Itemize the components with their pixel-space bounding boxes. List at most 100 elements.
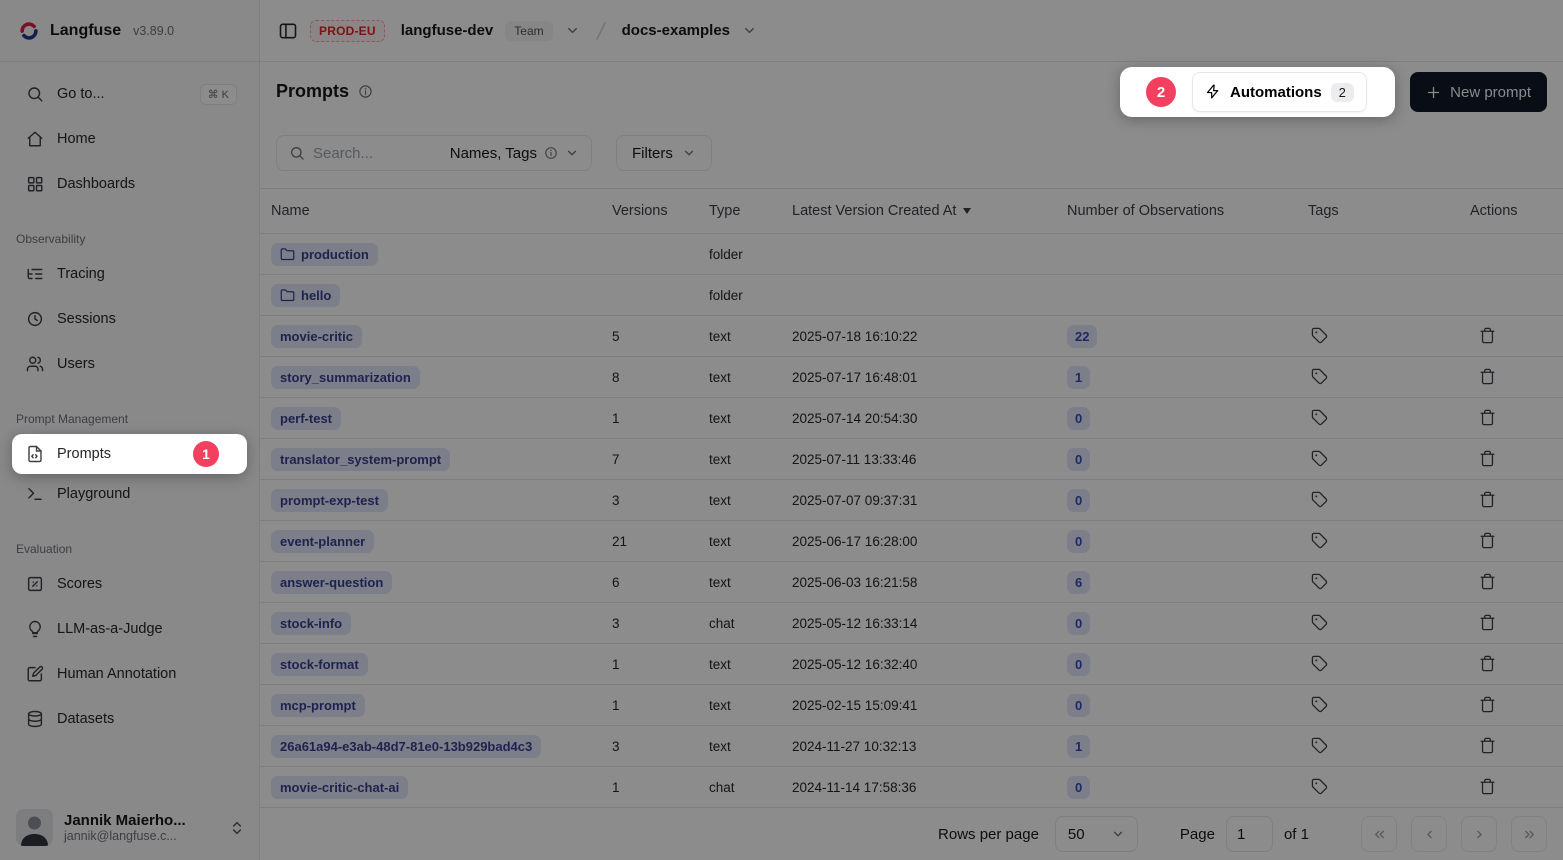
breadcrumb-project[interactable]: docs-examples — [622, 22, 730, 39]
user-menu[interactable]: Jannik Maierho... jannik@langfuse.c... — [16, 809, 245, 846]
table-row[interactable]: translator_system-prompt 7 text 2025-07-… — [260, 439, 1563, 480]
observations-count-pill[interactable]: 0 — [1067, 448, 1090, 471]
prompt-name-pill[interactable]: translator_system-prompt — [271, 448, 450, 471]
versions-cell: 21 — [612, 534, 709, 549]
filters-button[interactable]: Filters — [616, 135, 712, 171]
delete-icon[interactable] — [1477, 530, 1498, 551]
sidebar-item-sessions[interactable]: Sessions — [12, 299, 247, 339]
tag-icon[interactable] — [1309, 489, 1330, 510]
table-row[interactable]: movie-critic 5 text 2025-07-18 16:10:22 … — [260, 316, 1563, 357]
sidebar-item-playground[interactable]: Playground — [12, 474, 247, 514]
delete-icon[interactable] — [1477, 489, 1498, 510]
type-cell: folder — [709, 288, 792, 303]
prompt-name-pill[interactable]: answer-question — [271, 571, 392, 594]
table-row[interactable]: prompt-exp-test 3 text 2025-07-07 09:37:… — [260, 480, 1563, 521]
table-row[interactable]: stock-format 1 text 2025-05-12 16:32:40 … — [260, 644, 1563, 685]
tag-icon[interactable] — [1309, 407, 1330, 428]
sidebar-item-datasets[interactable]: Datasets — [12, 699, 247, 739]
sidebar-item-human-annotation[interactable]: Human Annotation — [12, 654, 247, 694]
prompt-name-pill[interactable]: 26a61a94-e3ab-48d7-81e0-13b929bad4c3 — [271, 735, 541, 758]
table-row[interactable]: 26a61a94-e3ab-48d7-81e0-13b929bad4c3 3 t… — [260, 726, 1563, 767]
table-row[interactable]: movie-critic-chat-ai 1 chat 2024-11-14 1… — [260, 767, 1563, 808]
next-page-button[interactable] — [1461, 816, 1497, 852]
table-row[interactable]: production folder — [260, 234, 1563, 275]
info-icon[interactable] — [358, 84, 373, 99]
observations-count-pill[interactable]: 0 — [1067, 653, 1090, 676]
delete-icon[interactable] — [1477, 735, 1498, 756]
delete-icon[interactable] — [1477, 366, 1498, 387]
last-page-button[interactable] — [1511, 816, 1547, 852]
prompt-name-pill[interactable]: movie-critic-chat-ai — [271, 776, 408, 799]
tag-icon[interactable] — [1309, 612, 1330, 633]
delete-icon[interactable] — [1477, 571, 1498, 592]
prompt-name-pill[interactable]: hello — [271, 284, 340, 307]
tag-icon[interactable] — [1309, 653, 1330, 674]
table-row[interactable]: answer-question 6 text 2025-06-03 16:21:… — [260, 562, 1563, 603]
tag-icon[interactable] — [1309, 530, 1330, 551]
column-created-at[interactable]: Latest Version Created At — [792, 203, 1067, 219]
table-row[interactable]: stock-info 3 chat 2025-05-12 16:33:14 0 — [260, 603, 1563, 644]
observations-count-pill[interactable]: 0 — [1067, 489, 1090, 512]
observations-count-pill[interactable]: 1 — [1067, 366, 1090, 389]
breadcrumb-org[interactable]: langfuse-dev — [401, 22, 494, 39]
prompt-name-pill[interactable]: production — [271, 243, 378, 266]
prompt-name-pill[interactable]: movie-critic — [271, 325, 362, 348]
sidebar-item-tracing[interactable]: Tracing — [12, 254, 247, 294]
delete-icon[interactable] — [1477, 407, 1498, 428]
observations-count-pill[interactable]: 0 — [1067, 776, 1090, 799]
sidebar-item-home[interactable]: Home — [12, 119, 247, 159]
tag-icon[interactable] — [1309, 366, 1330, 387]
prompt-name-pill[interactable]: story_summarization — [271, 366, 420, 389]
table-row[interactable]: event-planner 21 text 2025-06-17 16:28:0… — [260, 521, 1563, 562]
sidebar-item-users[interactable]: Users — [12, 344, 247, 384]
search-input[interactable] — [313, 145, 450, 162]
prompt-name-pill[interactable]: stock-format — [271, 653, 368, 676]
tag-icon[interactable] — [1309, 776, 1330, 797]
versions-cell: 7 — [612, 452, 709, 467]
prompt-name-pill[interactable]: stock-info — [271, 612, 351, 635]
delete-icon[interactable] — [1477, 776, 1498, 797]
delete-icon[interactable] — [1477, 653, 1498, 674]
observations-count-pill[interactable]: 22 — [1067, 325, 1097, 348]
org-chevron-down-icon[interactable] — [565, 23, 580, 38]
prompt-name-pill[interactable]: event-planner — [271, 530, 374, 553]
delete-icon[interactable] — [1477, 694, 1498, 715]
page-number-input[interactable] — [1226, 816, 1273, 852]
sidebar-item-goto[interactable]: Go to... ⌘ K — [12, 74, 247, 114]
type-cell: chat — [709, 616, 792, 631]
observations-count-pill[interactable]: 0 — [1067, 530, 1090, 553]
tag-icon[interactable] — [1309, 325, 1330, 346]
tag-icon[interactable] — [1309, 735, 1330, 756]
tag-icon[interactable] — [1309, 694, 1330, 715]
observations-count-pill[interactable]: 6 — [1067, 571, 1090, 594]
rows-per-page-select[interactable]: 50 — [1055, 816, 1138, 852]
sidebar-item-llm-judge[interactable]: LLM-as-a-Judge — [12, 609, 247, 649]
table-row[interactable]: mcp-prompt 1 text 2025-02-15 15:09:41 0 — [260, 685, 1563, 726]
sidebar-toggle-button[interactable] — [278, 21, 298, 41]
table-row[interactable]: hello folder — [260, 275, 1563, 316]
first-page-button[interactable] — [1361, 816, 1397, 852]
type-cell: text — [709, 657, 792, 672]
table-row[interactable]: story_summarization 8 text 2025-07-17 16… — [260, 357, 1563, 398]
delete-icon[interactable] — [1477, 325, 1498, 346]
automations-button[interactable]: Automations 2 — [1192, 72, 1367, 112]
observations-count-pill[interactable]: 0 — [1067, 407, 1090, 430]
search-scope-dropdown[interactable]: Names, Tags — [450, 145, 591, 162]
sidebar-item-scores[interactable]: Scores — [12, 564, 247, 604]
new-prompt-button[interactable]: New prompt — [1410, 72, 1547, 112]
prompt-name-pill[interactable]: prompt-exp-test — [271, 489, 388, 512]
observations-count-pill[interactable]: 1 — [1067, 735, 1090, 758]
delete-icon[interactable] — [1477, 448, 1498, 469]
tag-icon[interactable] — [1309, 448, 1330, 469]
environment-badge[interactable]: PROD-EU — [310, 20, 385, 42]
observations-count-pill[interactable]: 0 — [1067, 694, 1090, 717]
sidebar-item-dashboards[interactable]: Dashboards — [12, 164, 247, 204]
table-row[interactable]: perf-test 1 text 2025-07-14 20:54:30 0 — [260, 398, 1563, 439]
previous-page-button[interactable] — [1411, 816, 1447, 852]
tag-icon[interactable] — [1309, 571, 1330, 592]
observations-count-pill[interactable]: 0 — [1067, 612, 1090, 635]
prompt-name-pill[interactable]: mcp-prompt — [271, 694, 365, 717]
delete-icon[interactable] — [1477, 612, 1498, 633]
prompt-name-pill[interactable]: perf-test — [271, 407, 341, 430]
project-chevron-down-icon[interactable] — [742, 23, 757, 38]
